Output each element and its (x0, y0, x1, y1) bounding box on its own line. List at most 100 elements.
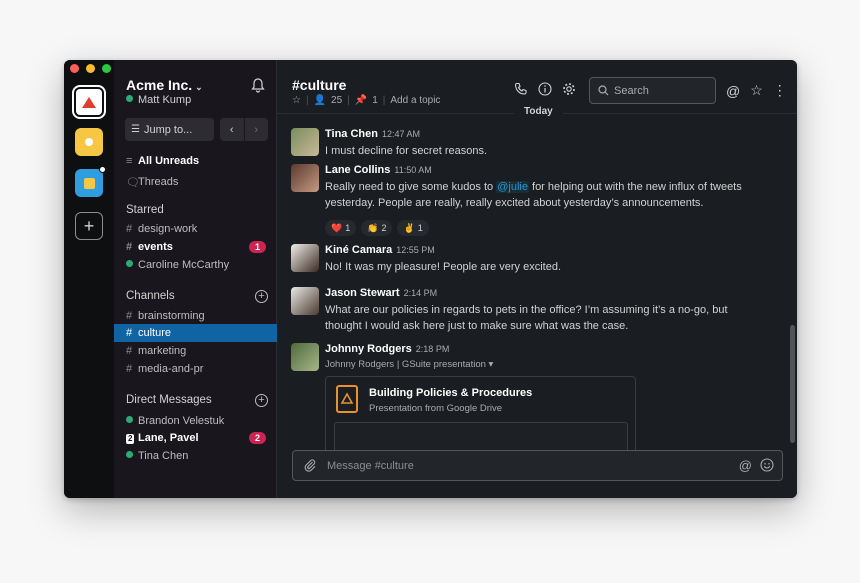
current-user[interactable]: Matt Kump (126, 94, 191, 106)
file-attachment[interactable]: Building Policies & Procedures Presentat… (325, 376, 636, 462)
add-dm-icon[interactable]: + (255, 394, 268, 407)
more-icon[interactable]: ⋮ (773, 82, 787, 99)
message-composer[interactable]: Message #culture @ (292, 450, 783, 481)
add-workspace-button[interactable]: + (75, 212, 103, 240)
attachment-title[interactable]: Building Policies & Procedures (369, 387, 532, 399)
add-channel-icon[interactable]: + (255, 290, 268, 303)
header-right-actions: @ ☆ ⋮ (726, 82, 787, 99)
presence-icon (126, 451, 133, 458)
avatar[interactable] (291, 244, 319, 272)
search-input[interactable]: Search (589, 77, 716, 104)
unread-badge: 2 (248, 432, 266, 444)
message-text: Really need to give some kudos to @julie… (325, 181, 742, 209)
sidebar-item-events[interactable]: # events 1 (126, 239, 276, 255)
message-author[interactable]: Lane Collins 11:50 AM (325, 164, 432, 176)
workspace-blue[interactable] (75, 169, 103, 197)
message-author[interactable]: Tina Chen 12:47 AM (325, 128, 420, 140)
threads-icon: 🗨 (126, 176, 140, 189)
search-icon (598, 85, 609, 96)
message-time[interactable]: 2:14 PM (404, 288, 438, 298)
victory-hand-icon: ✌️ (403, 222, 415, 233)
pin-count[interactable]: 1 (372, 95, 378, 106)
sidebar-item-media-and-pr[interactable]: # media-and-pr (126, 361, 276, 377)
channels-header[interactable]: Channels (126, 290, 175, 302)
mention-icon[interactable]: @ (739, 458, 752, 473)
hash-icon: # (126, 345, 133, 357)
forward-button[interactable]: › (244, 118, 268, 141)
sidebar-item-brandon-velestuk[interactable]: Brandon Velestuk (126, 413, 276, 429)
sidebar-item-tina-chen[interactable]: Tina Chen (126, 448, 276, 464)
avatar[interactable] (291, 287, 319, 315)
message-time[interactable]: 12:55 PM (396, 245, 435, 255)
presence-icon (126, 260, 133, 267)
sidebar: Acme Inc. ⌄ Matt Kump ☰ Jump to... ‹ › ≡ A… (114, 60, 277, 498)
reaction-victory[interactable]: ✌️ 1 (397, 220, 429, 236)
phone-icon[interactable] (514, 82, 528, 96)
gear-icon[interactable] (562, 82, 576, 96)
sidebar-item-all-unreads[interactable]: ≡ All Unreads (126, 153, 276, 169)
message-time[interactable]: 11:50 AM (394, 165, 431, 175)
message-author[interactable]: Jason Stewart 2:14 PM (325, 287, 437, 299)
message-author[interactable]: Johnny Rodgers 2:18 PM (325, 343, 449, 355)
unread-dot (99, 166, 106, 173)
sidebar-item-brainstorming[interactable]: # brainstorming (126, 308, 276, 324)
add-topic-link[interactable]: Add a topic (390, 95, 440, 106)
team-name[interactable]: Acme Inc. ⌄ (126, 77, 203, 93)
composer-placeholder: Message #culture (327, 460, 414, 472)
hash-icon: # (126, 310, 133, 322)
bell-icon[interactable] (250, 77, 266, 93)
sidebar-item-threads[interactable]: 🗨 Threads (126, 174, 276, 190)
jump-to-button[interactable]: ☰ Jump to... (125, 118, 214, 141)
minimize-window-button[interactable] (86, 64, 95, 73)
composer-actions: @ (739, 458, 774, 473)
hash-icon: # (126, 223, 133, 235)
message-time[interactable]: 12:47 AM (382, 129, 420, 139)
emoji-icon[interactable] (760, 458, 774, 472)
workspace-logo-icon (85, 138, 93, 146)
unread-badge: 1 (248, 241, 266, 253)
message-time[interactable]: 2:18 PM (416, 344, 450, 354)
star-icon[interactable]: ☆ (750, 82, 763, 99)
message-text: What are our policies in regards to pets… (325, 304, 728, 332)
scrollbar[interactable] (790, 325, 795, 443)
chevron-down-icon: ⌄ (195, 82, 203, 92)
workspace-yellow[interactable] (75, 128, 103, 156)
sidebar-item-caroline-mccarthy[interactable]: Caroline McCarthy (126, 257, 276, 273)
avatar[interactable] (291, 128, 319, 156)
reaction-clap[interactable]: 👏 2 (361, 220, 393, 236)
back-button[interactable]: ‹ (220, 118, 244, 141)
pin-icon[interactable]: 📌 (355, 95, 367, 106)
sidebar-item-culture[interactable]: # culture (126, 325, 276, 341)
sidebar-item-lane-pavel[interactable]: 2 Lane, Pavel 2 (126, 430, 276, 446)
caret-down-icon[interactable]: ▾ (489, 359, 494, 370)
close-window-button[interactable] (70, 64, 79, 73)
unreads-icon: ≡ (126, 155, 133, 167)
user-mention[interactable]: @julie (496, 181, 529, 193)
maximize-window-button[interactable] (102, 64, 111, 73)
star-icon[interactable]: ☆ (292, 95, 301, 106)
slack-window: + Acme Inc. ⌄ Matt Kump ☰ Jump to... ‹ › … (64, 60, 797, 498)
starred-header[interactable]: Starred (126, 204, 164, 216)
header-actions (514, 82, 576, 96)
reactions: ❤️ 1 👏 2 ✌️ 1 (325, 220, 429, 236)
group-count-icon: 2 (126, 434, 135, 444)
sidebar-item-design-work[interactable]: # design-work (126, 221, 276, 237)
reaction-heart[interactable]: ❤️ 1 (325, 220, 357, 236)
info-icon[interactable] (538, 82, 552, 96)
message-author[interactable]: Kiné Camara 12:55 PM (325, 244, 435, 256)
sidebar-item-marketing[interactable]: # marketing (126, 343, 276, 359)
mentions-icon[interactable]: @ (726, 83, 740, 99)
avatar[interactable] (291, 343, 319, 371)
message-text: I must decline for secret reasons. (325, 145, 488, 157)
message-text: No! It was my pleasure! People are very … (325, 261, 561, 273)
paperclip-icon[interactable] (303, 458, 317, 472)
history-nav: ‹ › (220, 118, 268, 141)
workspace-acme[interactable] (72, 85, 106, 119)
member-count[interactable]: 25 (331, 95, 342, 106)
avatar[interactable] (291, 164, 319, 192)
channel-title[interactable]: #culture (292, 77, 346, 93)
direct-messages-header[interactable]: Direct Messages (126, 394, 212, 406)
members-icon[interactable]: 👤 (314, 95, 326, 106)
date-divider: Today (514, 106, 563, 117)
jump-icon: ☰ (131, 124, 140, 135)
